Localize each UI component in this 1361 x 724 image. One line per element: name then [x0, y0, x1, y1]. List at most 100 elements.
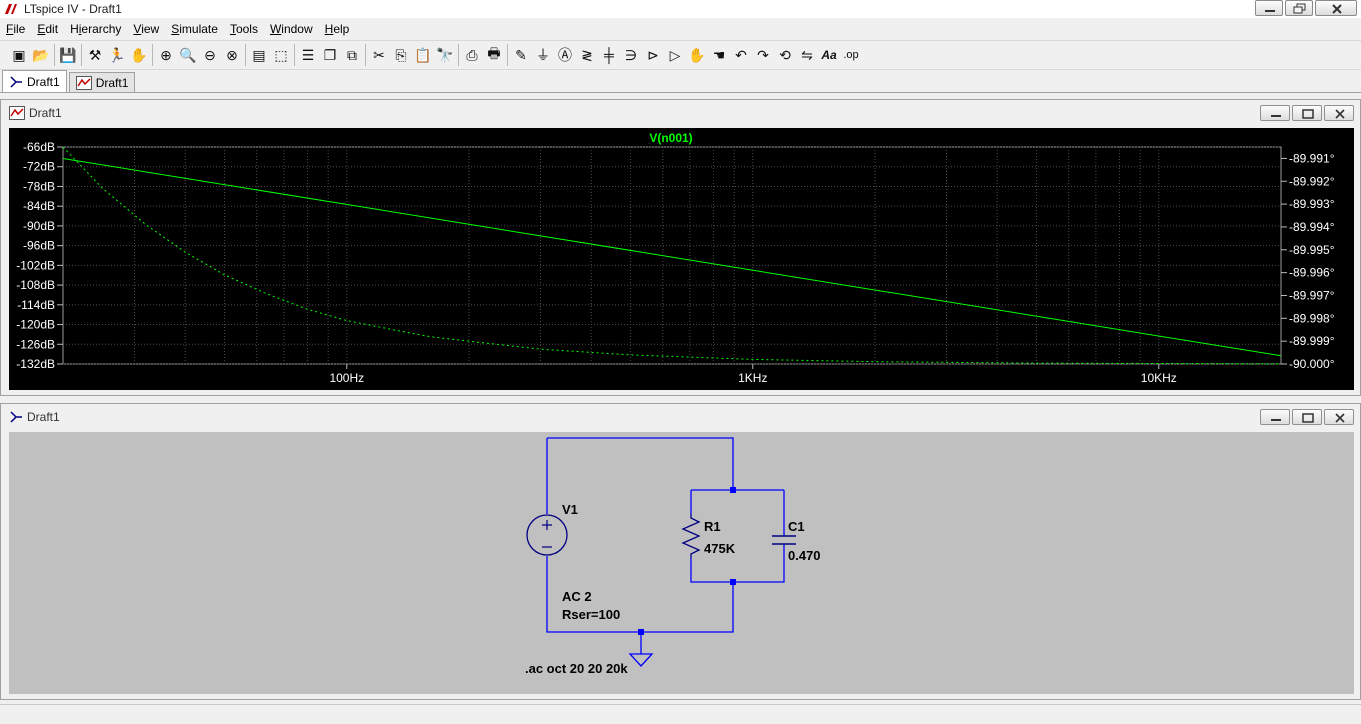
- waveform-icon: [9, 106, 25, 120]
- tile-horizontal-icon[interactable]: ☰: [297, 44, 319, 66]
- zoom-out-icon[interactable]: ⊖: [199, 44, 221, 66]
- r1-name[interactable]: R1: [704, 519, 721, 534]
- menu-window[interactable]: Window: [264, 22, 319, 36]
- zoom-fit-icon[interactable]: ⬚: [270, 44, 292, 66]
- ltspice-logo-icon: [5, 4, 17, 14]
- waveform-close-button[interactable]: [1324, 105, 1354, 121]
- y-left-tick-label: -120dB: [16, 318, 55, 332]
- print-icon[interactable]: 🖶: [483, 44, 505, 66]
- y-right-tick-label: -89.998°: [1289, 311, 1335, 325]
- run-icon[interactable]: 🏃: [106, 44, 128, 66]
- zoom-cancel-icon[interactable]: ⊗: [221, 44, 243, 66]
- v1-value[interactable]: AC 2: [562, 589, 592, 604]
- diode-icon[interactable]: ⊳: [642, 44, 664, 66]
- find-icon[interactable]: 🔭: [434, 44, 456, 66]
- resistor-icon[interactable]: ≷: [576, 44, 598, 66]
- voltage-source-v1[interactable]: [526, 514, 568, 556]
- y-right-tick-label: -89.991°: [1289, 151, 1335, 165]
- control-panel-icon[interactable]: ⚒: [84, 44, 106, 66]
- component-icon[interactable]: ▷: [664, 44, 686, 66]
- close-button[interactable]: [1315, 0, 1357, 16]
- schematic-window-titlebar: Draft1: [1, 404, 1360, 430]
- y-right-tick-label: -90.000°: [1289, 357, 1335, 371]
- schematic-maximize-button[interactable]: [1292, 409, 1322, 425]
- y-right-tick-label: -89.994°: [1289, 220, 1335, 234]
- c1-value[interactable]: 0.470: [788, 548, 821, 563]
- close-window-icon[interactable]: ⧉: [341, 44, 363, 66]
- tab-label: Draft1: [95, 75, 129, 90]
- tab-label: Draft1: [27, 74, 60, 89]
- y-right-tick-label: -89.999°: [1289, 334, 1335, 348]
- waveform-plot[interactable]: V(n001) -66dB -72dB -78dB -84dB -90dB -96dB -1…: [9, 128, 1354, 390]
- v1-rser[interactable]: Rser=100: [562, 607, 620, 622]
- waveform-minimize-button[interactable]: [1260, 105, 1290, 121]
- pan-icon[interactable]: 🔍: [177, 44, 199, 66]
- ground-symbol[interactable]: [628, 653, 654, 667]
- y-left-tick-label: -96dB: [23, 239, 55, 253]
- resistor-r1[interactable]: [681, 514, 701, 558]
- toolbar-separator: [54, 44, 55, 66]
- cascade-icon[interactable]: ❐: [319, 44, 341, 66]
- trace-title[interactable]: V(n001): [649, 131, 692, 145]
- junction-dot: [730, 487, 736, 493]
- redo-icon[interactable]: ↷: [752, 44, 774, 66]
- minimize-button[interactable]: [1255, 0, 1283, 16]
- junction-dot: [730, 579, 736, 585]
- spice-directive[interactable]: .ac oct 20 20 20k: [525, 661, 628, 676]
- spice-directive-icon[interactable]: .op: [840, 44, 862, 66]
- inductor-icon[interactable]: ∋: [620, 44, 642, 66]
- restore-button[interactable]: [1285, 0, 1313, 16]
- tab-schematic[interactable]: Draft1: [2, 70, 67, 92]
- drag-icon[interactable]: ☚: [708, 44, 730, 66]
- menu-tools[interactable]: Tools: [224, 22, 264, 36]
- new-schematic-icon[interactable]: ▣: [8, 44, 30, 66]
- waveform-maximize-button[interactable]: [1292, 105, 1322, 121]
- schematic-drawing: V1 AC 2 Rser=100 R1 475K C1 0.470 .ac oc…: [525, 437, 821, 676]
- save-icon[interactable]: 💾: [57, 44, 79, 66]
- c1-name[interactable]: C1: [788, 519, 805, 534]
- waveform-window-title: Draft1: [29, 106, 62, 120]
- undo-icon[interactable]: ↶: [730, 44, 752, 66]
- autorange-icon[interactable]: ▤: [248, 44, 270, 66]
- menu-help[interactable]: Help: [319, 22, 356, 36]
- y-left-tick-label: -66dB: [23, 140, 55, 154]
- copy-icon[interactable]: ⎘: [390, 44, 412, 66]
- waveform-chart: V(n001) -66dB -72dB -78dB -84dB -90dB -96dB -1…: [16, 131, 1335, 385]
- schematic-minimize-button[interactable]: [1260, 409, 1290, 425]
- series-magnitude[interactable]: [62, 158, 1282, 357]
- label-icon[interactable]: Ⓐ: [554, 44, 576, 66]
- y-left-tick-label: -126dB: [16, 337, 55, 351]
- v1-name[interactable]: V1: [562, 502, 578, 517]
- menu-edit[interactable]: Edit: [31, 22, 64, 36]
- schematic-canvas[interactable]: V1 AC 2 Rser=100 R1 475K C1 0.470 .ac oc…: [9, 432, 1354, 694]
- menu-bar: File Edit Hierarchy View Simulate Tools Window…: [0, 19, 1361, 39]
- menu-file[interactable]: File: [0, 22, 31, 36]
- y-left-tick-label: -108dB: [16, 278, 55, 292]
- move-icon[interactable]: ✋: [686, 44, 708, 66]
- r1-value[interactable]: 475K: [704, 541, 736, 556]
- print-setup-icon[interactable]: ⎙: [461, 44, 483, 66]
- mirror-icon[interactable]: ⇋: [796, 44, 818, 66]
- capacitor-icon[interactable]: ╪: [598, 44, 620, 66]
- y-left-tick-label: -84dB: [23, 199, 55, 213]
- tab-waveform[interactable]: Draft1: [68, 72, 136, 92]
- menu-hierarchy[interactable]: Hierarchy: [64, 22, 127, 36]
- halt-icon[interactable]: ✋: [128, 44, 150, 66]
- toolbar-separator: [81, 44, 82, 66]
- capacitor-c1[interactable]: [772, 535, 796, 545]
- zoom-in-icon[interactable]: ⊕: [155, 44, 177, 66]
- menu-simulate[interactable]: Simulate: [165, 22, 224, 36]
- menu-view[interactable]: View: [127, 22, 165, 36]
- open-icon[interactable]: 📂: [30, 44, 52, 66]
- rotate-icon[interactable]: ⟲: [774, 44, 796, 66]
- x-tick-label: 1KHz: [738, 371, 767, 385]
- series-phase[interactable]: [62, 146, 1282, 365]
- junction-dot: [638, 629, 644, 635]
- cut-icon[interactable]: ✂: [368, 44, 390, 66]
- wire-icon[interactable]: ✎: [510, 44, 532, 66]
- ground-icon[interactable]: ⏚: [532, 44, 554, 66]
- schematic-close-button[interactable]: [1324, 409, 1354, 425]
- text-icon[interactable]: Aa: [818, 44, 840, 66]
- paste-icon[interactable]: 📋: [412, 44, 434, 66]
- wire[interactable]: [547, 437, 734, 490]
